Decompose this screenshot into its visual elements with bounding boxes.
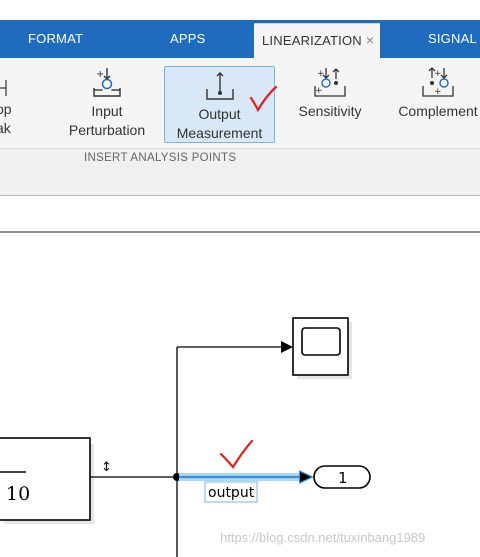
close-icon[interactable]: × <box>366 32 374 48</box>
simulink-window: FORMAT APPS LINEARIZATION× SIGNAL op ak … <box>0 0 480 557</box>
sensitivity-icon: + + <box>314 68 346 97</box>
signal-line-to-scope[interactable] <box>90 341 293 557</box>
scope-block[interactable] <box>292 317 352 379</box>
outport-number: 1 <box>338 469 348 487</box>
ribbon-bottom-strip <box>0 168 480 196</box>
svg-text:+: + <box>434 69 442 79</box>
model-toolbar <box>0 197 480 233</box>
complement-button[interactable]: + + Complement <box>390 66 480 121</box>
input-perturbation-button[interactable]: + Input Perturbation <box>62 66 152 140</box>
loop-break-label-2: ak <box>0 120 11 136</box>
sensitivity-label: Sensitivity <box>298 103 362 119</box>
tab-signal[interactable]: SIGNAL <box>428 20 477 58</box>
svg-text:+: + <box>315 86 323 96</box>
ribbon-group-footer: INSERT ANALYSIS POINTS <box>0 148 480 168</box>
complement-label: Complement <box>398 103 478 119</box>
ribbon-tab-bar: FORMAT APPS LINEARIZATION × SIGNAL <box>0 20 480 58</box>
outport-block[interactable]: 1 <box>313 465 371 489</box>
loop-break-icon <box>0 80 7 96</box>
signal-label[interactable]: output <box>204 481 258 503</box>
watermark-text: https://blog.csdn.net/tuxinbang1989 <box>220 530 426 545</box>
input-perturbation-label-2: Perturbation <box>68 122 146 138</box>
model-canvas[interactable]: 10 ↕ 1 output <box>0 235 480 557</box>
output-measurement-label-2: Measurement <box>176 125 263 141</box>
tab-linearization-label: LINEARIZATION <box>262 33 362 48</box>
tab-linearization[interactable]: LINEARIZATION × <box>254 23 380 58</box>
analysis-point-icon: ↕ <box>101 460 112 475</box>
svg-text:+: + <box>96 69 104 80</box>
loop-break-label-1: op <box>0 101 12 117</box>
transfer-fcn-block[interactable]: 10 <box>0 437 94 524</box>
input-perturbation-label-1: Input <box>91 103 123 119</box>
tab-format[interactable]: FORMAT <box>28 20 83 58</box>
sensitivity-button[interactable]: + + Sensitivity <box>290 66 370 121</box>
check-mark-icon <box>249 85 278 113</box>
transfer-fcn-denominator: 10 <box>6 483 30 505</box>
svg-text:+: + <box>317 69 325 79</box>
input-perturbation-icon: + <box>93 68 121 97</box>
output-measurement-icon <box>205 72 234 100</box>
complement-icon: + + <box>422 67 454 97</box>
insert-analysis-points-label: INSERT ANALYSIS POINTS <box>84 152 237 164</box>
loop-break-button[interactable]: op ak <box>0 66 18 138</box>
tab-apps[interactable]: APPS <box>170 20 205 58</box>
check-mark-icon <box>219 439 254 469</box>
signal-label-text: output <box>208 485 255 501</box>
